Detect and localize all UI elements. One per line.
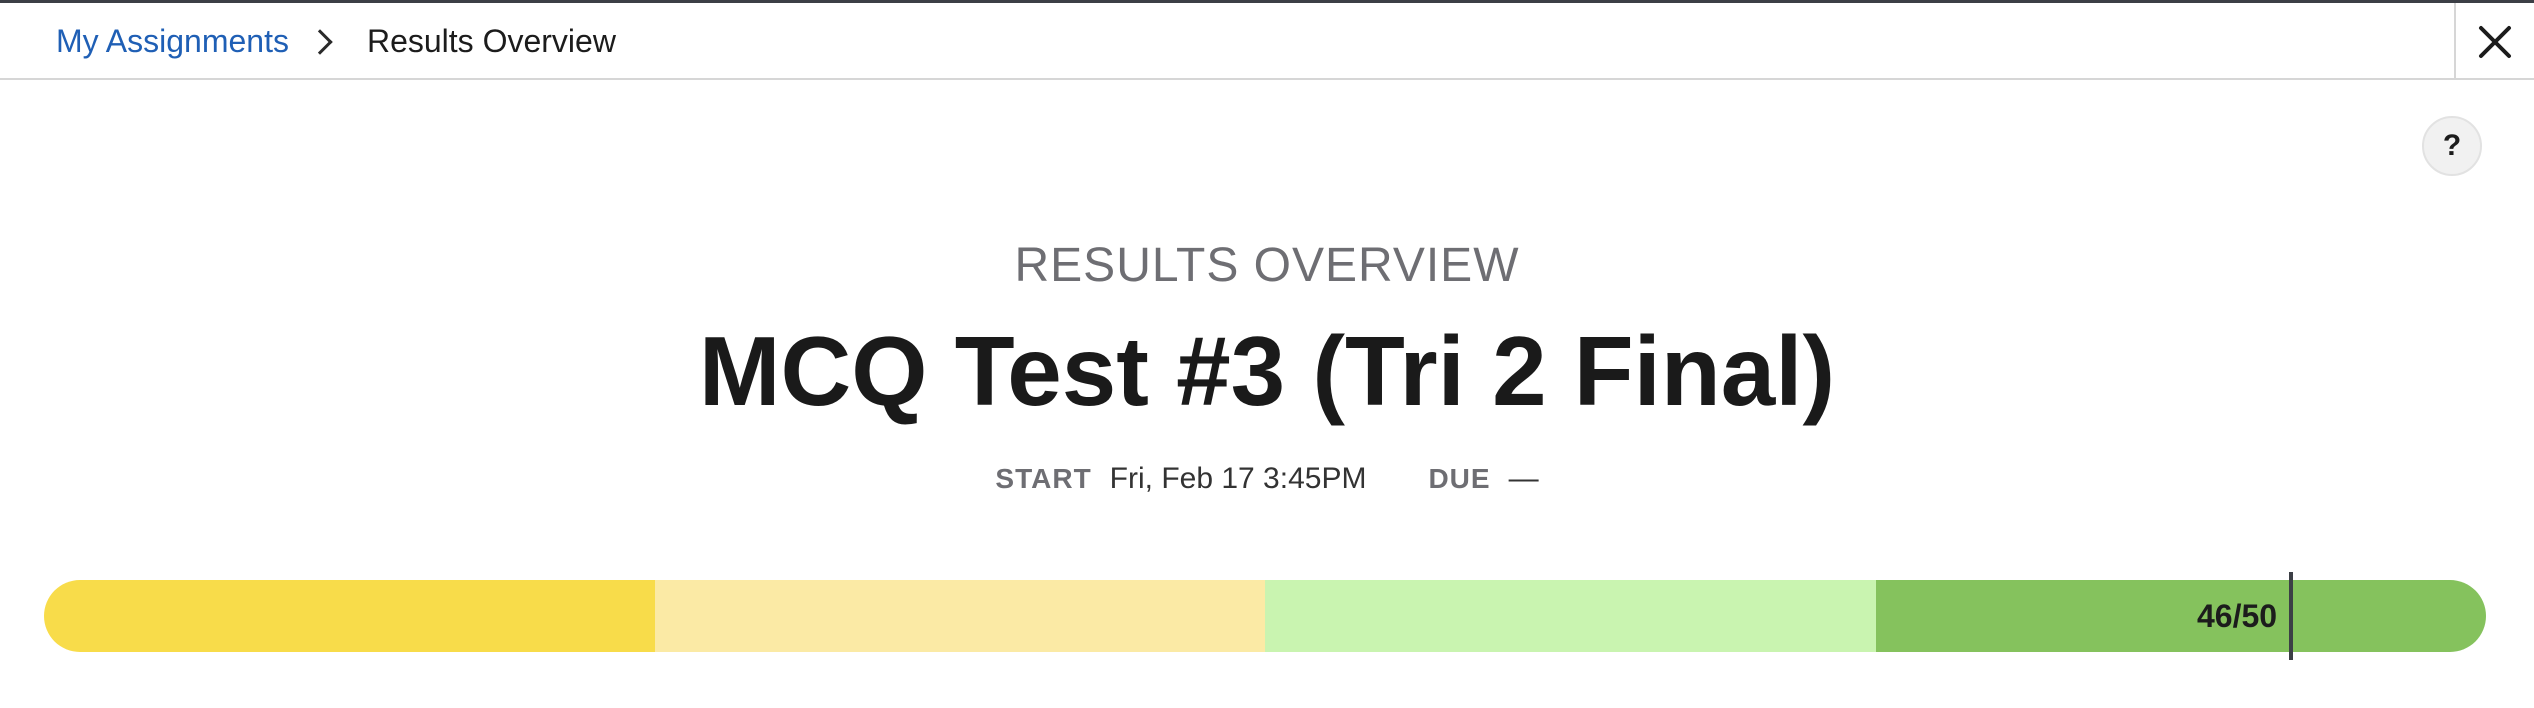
breadcrumb: My Assignments Results Overview bbox=[56, 3, 616, 80]
close-button[interactable] bbox=[2454, 3, 2534, 80]
start-label: START bbox=[995, 463, 1092, 494]
score-band-2 bbox=[654, 580, 1265, 652]
score-progress-bar bbox=[44, 580, 2486, 652]
breadcrumb-current: Results Overview bbox=[366, 23, 616, 59]
page-title: MCQ Test #3 (Tri 2 Final) bbox=[698, 316, 1836, 426]
score-band-4 bbox=[1875, 580, 2486, 652]
close-icon bbox=[2479, 25, 2511, 58]
section-eyebrow: RESULTS OVERVIEW bbox=[1014, 239, 1520, 292]
assignment-meta: START Fri, Feb 17 3:45PM DUE — bbox=[0, 462, 2534, 496]
score-marker bbox=[2289, 572, 2293, 660]
score-label: 46/50 bbox=[2197, 597, 2278, 634]
help-button[interactable]: ? bbox=[2422, 116, 2482, 176]
chevron-right-icon bbox=[307, 28, 333, 55]
score-band-1 bbox=[44, 580, 655, 652]
breadcrumb-link-my-assignments[interactable]: My Assignments bbox=[56, 23, 289, 60]
help-icon: ? bbox=[2442, 129, 2462, 162]
due-value: — bbox=[1508, 462, 1539, 495]
due-label: DUE bbox=[1428, 463, 1491, 494]
top-bar: My Assignments Results Overview bbox=[0, 0, 2534, 80]
score-band-3 bbox=[1265, 580, 1876, 652]
start-value: Fri, Feb 17 3:45PM bbox=[1109, 462, 1367, 495]
